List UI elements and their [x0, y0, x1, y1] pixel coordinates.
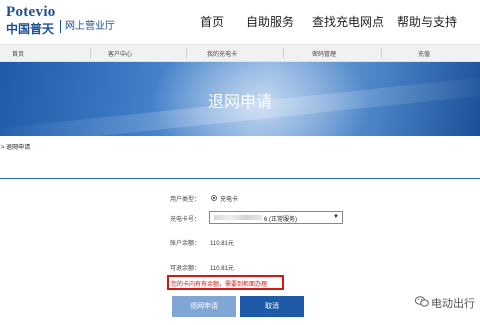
subnav-divider: [283, 48, 284, 58]
topnav-self-service[interactable]: 自助服务: [246, 13, 294, 30]
subnav-item-password[interactable]: 密码管理: [312, 49, 336, 58]
page-banner: 退网申请: [0, 62, 480, 136]
redacted-card-number: [214, 215, 262, 220]
logo-english: Potevio: [6, 4, 56, 20]
card-number-label: 充电卡号：: [170, 217, 201, 223]
subnav-divider: [186, 48, 187, 58]
logo-subtitle: 网上营业厅: [60, 20, 115, 33]
banner-title: 退网申请: [207, 94, 272, 111]
refundable-label: 可退余额：: [170, 266, 201, 272]
logo[interactable]: Potevio 中国普天 网上营业厅: [6, 4, 115, 36]
dropdown-caret-icon: ▼: [333, 214, 339, 220]
sub-navigation: 首页 客户中心 我的充电卡 密码管理 充值: [0, 44, 480, 62]
warning-box: 您的卡内有有余额，需要到柜面办理: [167, 275, 284, 290]
balance-label: 账户余额：: [170, 241, 201, 247]
watermark-text: 电动出行: [431, 298, 475, 310]
breadcrumb: > 退网申请: [1, 145, 31, 151]
balance-value: 110.81元: [210, 241, 234, 247]
user-type-radio[interactable]: [211, 195, 217, 201]
card-number-selected: 6 (正常服务): [264, 217, 298, 223]
cancel-button[interactable]: 取消: [240, 296, 304, 317]
user-type-value: 充电卡: [220, 197, 239, 203]
card-number-select[interactable]: 6 (正常服务) ▼: [209, 211, 343, 224]
subnav-divider: [90, 48, 91, 58]
apply-button[interactable]: 退网申请: [172, 296, 236, 317]
subnav-item-customer-center[interactable]: 客户中心: [108, 49, 132, 58]
section-divider: [0, 178, 480, 179]
topnav-find-charging-point[interactable]: 查找充电网点: [312, 13, 384, 30]
subnav-divider: [381, 48, 382, 58]
topnav-help-support[interactable]: 帮助与支持: [397, 13, 457, 30]
refundable-value: 110.81元: [210, 266, 234, 272]
site-header: Potevio 中国普天 网上营业厅 首页 自助服务 查找充电网点 帮助与支持: [0, 0, 480, 44]
subnav-item-recharge[interactable]: 充值: [418, 49, 430, 58]
subnav-item-home[interactable]: 首页: [12, 49, 24, 58]
logo-chinese: 中国普天: [6, 22, 55, 36]
topnav-home[interactable]: 首页: [200, 13, 224, 30]
subnav-item-my-card[interactable]: 我的充电卡: [207, 49, 237, 58]
wechat-icon: [415, 296, 429, 307]
user-type-label: 用户类型：: [170, 197, 201, 203]
warning-message: 您的卡内有有余额，需要到柜面办理: [171, 282, 268, 288]
